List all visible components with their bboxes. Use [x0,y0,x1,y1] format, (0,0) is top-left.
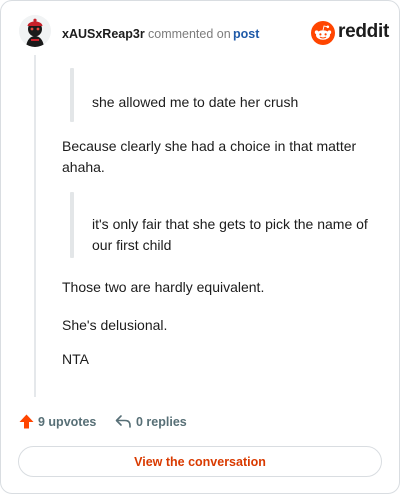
commented-on-text: commented on [148,27,231,41]
thread-line [34,55,36,397]
quote-bar [70,68,74,122]
comment-embed-card: xAUSxReap3r commented on post reddit she… [0,0,400,494]
avatar[interactable] [19,15,51,47]
reply-icon[interactable] [114,413,132,429]
post-link[interactable]: post [233,27,259,41]
quoted-text: she allowed me to date her crush [92,94,299,110]
reddit-wordmark[interactable]: reddit [338,21,389,43]
reply-count[interactable]: 0 replies [136,415,187,429]
upvote-count[interactable]: 9 upvotes [38,415,96,429]
view-conversation-button[interactable]: View the conversation [18,446,382,477]
comment-paragraph: Those two are hardly equivalent. [62,279,265,295]
quoted-text: it's only fair that she gets to pick the… [92,216,368,253]
comment-paragraph: Because clearly she had a choice in that… [62,138,357,175]
quote-bar [70,192,74,258]
reddit-logo-icon[interactable] [311,21,335,45]
comment-paragraph: NTA [62,351,89,367]
avatar-icon [19,15,51,47]
upvote-arrow-icon[interactable] [18,413,35,430]
comment-paragraph: She's delusional. [62,317,168,333]
username-link[interactable]: xAUSxReap3r [62,27,145,41]
